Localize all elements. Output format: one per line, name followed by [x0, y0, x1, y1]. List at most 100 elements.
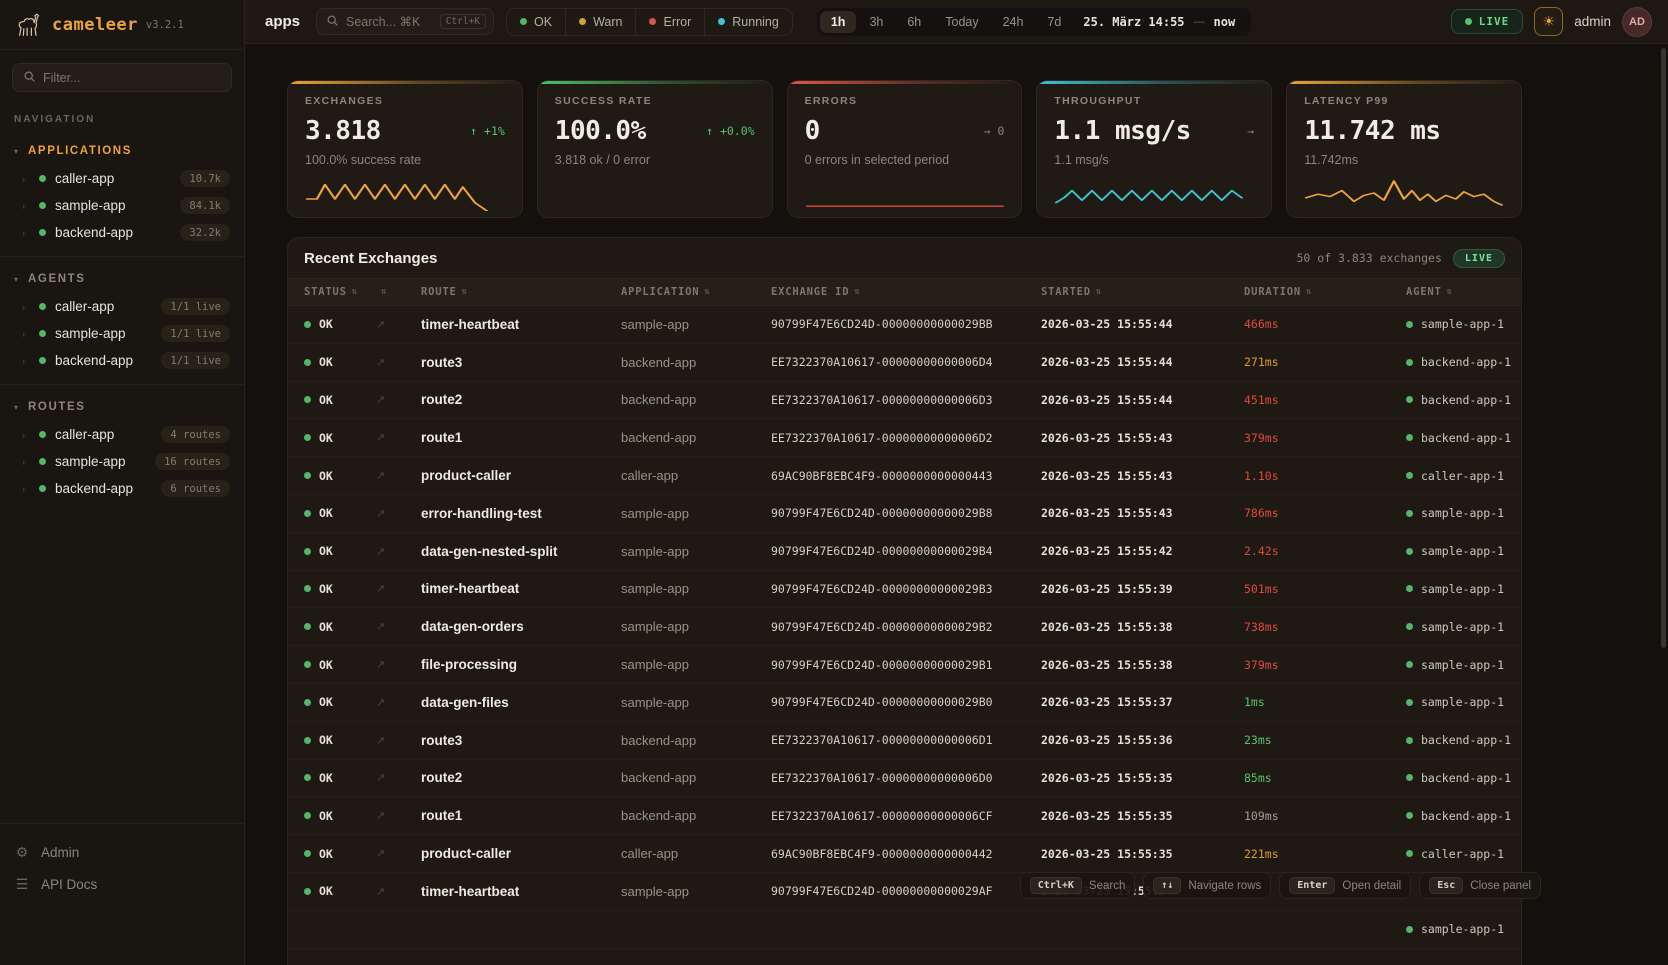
- global-search-input[interactable]: Search... ⌘K Ctrl+K: [316, 8, 494, 35]
- table-row[interactable]: OK ↗ route2 backend-app EE7322370A10617-…: [288, 760, 1521, 798]
- time-range-button[interactable]: 24h: [992, 11, 1035, 33]
- live-label: LIVE: [1479, 15, 1510, 28]
- sort-icon: ⇅: [1096, 287, 1102, 297]
- table-row[interactable]: OK ↗ timer-heartbeat sample-app 90799F47…: [288, 571, 1521, 609]
- sidebar-section-items: › caller-app 4 routes › sample-app 16 ro…: [0, 421, 244, 502]
- time-range-button[interactable]: 3h: [858, 11, 894, 33]
- sidebar-footer-item[interactable]: ⚙ Admin: [14, 836, 230, 868]
- status-filter-button[interactable]: Warn: [566, 9, 636, 35]
- table-row[interactable]: OK ↗ data-gen-orders sample-app 90799F47…: [288, 608, 1521, 646]
- table-row[interactable]: OK ↗ route1 backend-app EE7322370A10617-…: [288, 419, 1521, 457]
- agent-dot-icon: [1406, 321, 1413, 328]
- table-row[interactable]: OK ↗ route3 backend-app EE7322370A10617-…: [288, 722, 1521, 760]
- time-range-button[interactable]: 7d: [1036, 11, 1072, 33]
- row-status: OK: [319, 506, 333, 520]
- sidebar-item[interactable]: › caller-app 10.7k: [0, 165, 244, 192]
- time-range-button[interactable]: 6h: [896, 11, 932, 33]
- open-exchange-icon[interactable]: ↗: [376, 771, 421, 784]
- open-exchange-icon[interactable]: ↗: [376, 431, 421, 444]
- vertical-scrollbar[interactable]: [1661, 48, 1666, 648]
- row-duration: 85ms: [1244, 771, 1406, 785]
- row-route: product-caller: [421, 468, 621, 483]
- live-toggle[interactable]: LIVE: [1451, 9, 1524, 34]
- table-row[interactable]: OK ↗ data-gen-nested-split sample-app 90…: [288, 533, 1521, 571]
- open-exchange-icon[interactable]: ↗: [376, 545, 421, 558]
- sidebar-item[interactable]: › caller-app 1/1 live: [0, 293, 244, 320]
- sidebar-item[interactable]: › sample-app 84.1k: [0, 192, 244, 219]
- table-row[interactable]: ↗ sample-app-1: [288, 911, 1521, 949]
- row-route: error-handling-test: [421, 506, 621, 521]
- stat-card-subtitle: 100.0% success rate: [305, 153, 505, 167]
- table-row[interactable]: OK ↗ route2 backend-app EE7322370A10617-…: [288, 382, 1521, 420]
- table-row[interactable]: OK ↗ data-gen-files sample-app 90799F47E…: [288, 684, 1521, 722]
- sidebar-item[interactable]: › sample-app 16 routes: [0, 448, 244, 475]
- open-exchange-icon[interactable]: ↗: [376, 658, 421, 671]
- filter-dot-icon: [579, 18, 586, 25]
- open-exchange-icon[interactable]: ↗: [376, 620, 421, 633]
- status-filter-button[interactable]: Running: [705, 9, 792, 35]
- open-exchange-icon[interactable]: ↗: [376, 696, 421, 709]
- row-started: 2026-03-25 15:55:35: [1041, 809, 1244, 823]
- sidebar-footer-item[interactable]: ☰ API Docs: [14, 868, 230, 900]
- filter-label: Running: [732, 15, 779, 29]
- table-column-header[interactable]: DURATION ⇅: [1244, 286, 1406, 298]
- sidebar-item[interactable]: › backend-app 32.2k: [0, 219, 244, 246]
- time-range-button[interactable]: Today: [934, 11, 989, 33]
- table-column-header[interactable]: APPLICATION ⇅: [621, 286, 771, 298]
- table-column-header[interactable]: EXCHANGE ID ⇅: [771, 286, 1041, 298]
- sidebar-item[interactable]: › sample-app 1/1 live: [0, 320, 244, 347]
- theme-toggle-button[interactable]: ☀: [1534, 7, 1563, 36]
- open-exchange-icon[interactable]: ↗: [376, 734, 421, 747]
- table-row[interactable]: OK ↗ route1 backend-app EE7322370A10617-…: [288, 797, 1521, 835]
- row-route: timer-heartbeat: [421, 581, 621, 596]
- table-column-header[interactable]: ROUTE ⇅: [421, 286, 621, 298]
- row-started: 2026-03-25 15:55:44: [1041, 393, 1244, 407]
- status-filter-button[interactable]: Error: [636, 9, 705, 35]
- open-exchange-icon[interactable]: ↗: [376, 847, 421, 860]
- sidebar-filter[interactable]: [12, 63, 232, 92]
- sidebar-filter-input[interactable]: [43, 71, 221, 85]
- table-column-header[interactable]: STATUS ⇅: [288, 286, 376, 298]
- table-row[interactable]: OK ↗ timer-heartbeat sample-app 90799F47…: [288, 306, 1521, 344]
- open-exchange-icon[interactable]: ↗: [376, 809, 421, 822]
- table-row[interactable]: OK ↗ product-caller caller-app 69AC90BF8…: [288, 835, 1521, 873]
- table-column-header[interactable]: AGENT ⇅: [1406, 286, 1522, 298]
- row-route: data-gen-nested-split: [421, 544, 621, 559]
- agent-dot-icon: [1406, 548, 1413, 555]
- open-exchange-icon[interactable]: ↗: [376, 469, 421, 482]
- table-row[interactable]: OK ↗ product-caller caller-app 69AC90BF8…: [288, 457, 1521, 495]
- sidebar-item[interactable]: › backend-app 1/1 live: [0, 347, 244, 374]
- table-row[interactable]: OK ↗ route3 backend-app EE7322370A10617-…: [288, 344, 1521, 382]
- row-exchange-id: 90799F47E6CD24D-00000000000029B3: [771, 582, 1041, 596]
- row-duration: 501ms: [1244, 582, 1406, 596]
- stat-card-value: 0: [805, 116, 820, 146]
- avatar[interactable]: AD: [1622, 7, 1652, 37]
- table-row[interactable]: OK ↗ error-handling-test sample-app 9079…: [288, 495, 1521, 533]
- recent-exchanges-panel: Recent Exchanges 50 of 3.833 exchanges L…: [287, 237, 1522, 965]
- keyboard-hint: Enter Open detail: [1279, 872, 1411, 899]
- open-exchange-icon[interactable]: ↗: [376, 582, 421, 595]
- open-exchange-icon[interactable]: ↗: [376, 885, 421, 898]
- sidebar-section-header[interactable]: ▾ ROUTES: [0, 397, 244, 421]
- status-filter-button[interactable]: OK: [507, 9, 566, 35]
- open-exchange-icon[interactable]: ↗: [376, 393, 421, 406]
- sidebar-section-header[interactable]: ▾ AGENTS: [0, 269, 244, 293]
- sidebar-section-header[interactable]: ▾ APPLICATIONS: [0, 141, 244, 165]
- row-agent: sample-app-1: [1421, 658, 1504, 672]
- sidebar-item[interactable]: › caller-app 4 routes: [0, 421, 244, 448]
- row-duration: 109ms: [1244, 809, 1406, 823]
- agent-dot-icon: [1406, 850, 1413, 857]
- row-exchange-id: EE7322370A10617-00000000000006D2: [771, 431, 1041, 445]
- time-range-button[interactable]: 1h: [820, 11, 857, 33]
- table-column-header[interactable]: STARTED ⇅: [1041, 286, 1244, 298]
- open-exchange-icon[interactable]: ↗: [376, 356, 421, 369]
- row-status-dot-icon: [304, 737, 311, 744]
- table-row[interactable]: OK ↗ file-processing sample-app 90799F47…: [288, 646, 1521, 684]
- sidebar-item[interactable]: › backend-app 6 routes: [0, 475, 244, 502]
- open-exchange-icon[interactable]: ↗: [376, 318, 421, 331]
- row-route: route1: [421, 808, 621, 823]
- stat-cards: EXCHANGES 3.818 ↑ +1% 100.0% success rat…: [287, 80, 1522, 218]
- table-column-header[interactable]: ⇅: [376, 287, 421, 297]
- main-content: EXCHANGES 3.818 ↑ +1% 100.0% success rat…: [245, 44, 1668, 965]
- open-exchange-icon[interactable]: ↗: [376, 507, 421, 520]
